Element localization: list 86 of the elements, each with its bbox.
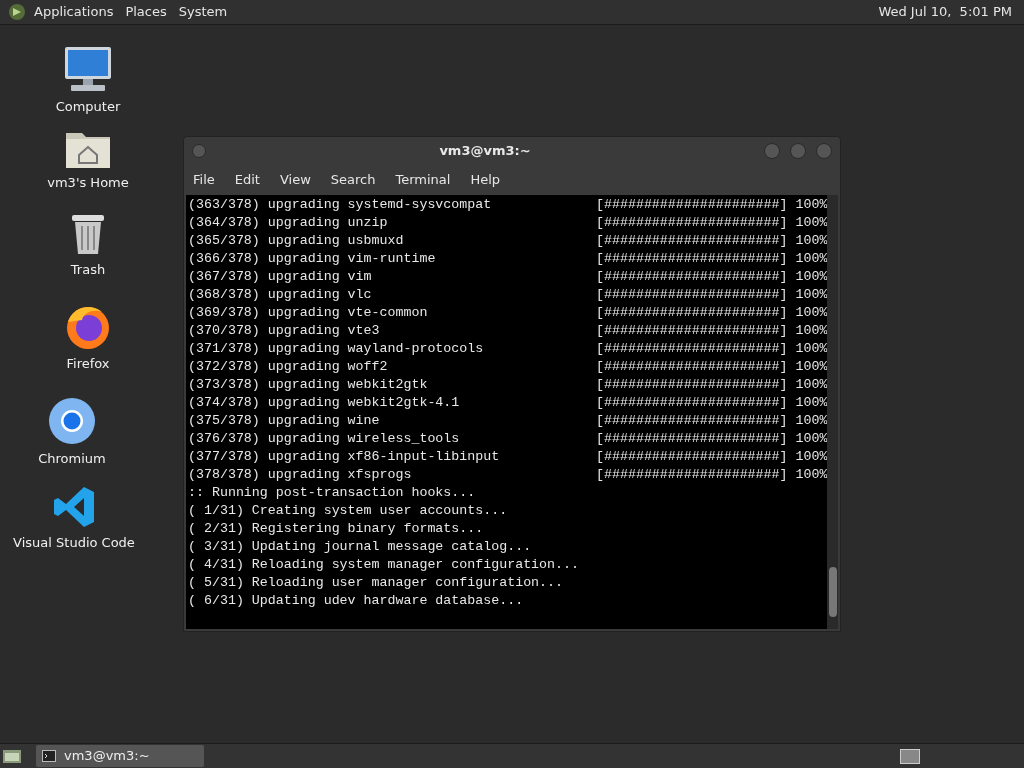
progress-bar-text: [######################] — [596, 268, 788, 286]
terminal-line: (368/378) upgrading vlc — [188, 286, 373, 304]
terminal-line: (367/378) upgrading vim — [188, 268, 373, 286]
scrollbar[interactable] — [827, 195, 838, 629]
terminal-line: ( 6/31) Updating udev hardware database... — [188, 592, 524, 610]
progress-bar-text: [######################] — [596, 358, 788, 376]
minimize-button[interactable] — [764, 143, 780, 159]
terminal-line: (363/378) upgrading systemd-sysvcompat — [188, 196, 493, 214]
percent-text: 100% — [795, 232, 828, 250]
progress-bar-text: [######################] — [596, 340, 788, 358]
terminal-line: (377/378) upgrading xf86-input-libinput — [188, 448, 501, 466]
desktop-icon-label[interactable]: Chromium — [38, 449, 106, 469]
show-desktop-icon[interactable] — [2, 748, 22, 764]
terminal-line: (364/378) upgrading unzip — [188, 214, 389, 232]
percent-text: 100% — [795, 340, 828, 358]
panel-menu[interactable]: Applications — [34, 2, 114, 22]
workspace-switcher[interactable] — [900, 748, 920, 764]
percent-text: 100% — [795, 376, 828, 394]
percent-text: 100% — [795, 358, 828, 376]
progress-bar-text: [######################] — [596, 448, 788, 466]
terminal-line: (375/378) upgrading wine — [188, 412, 381, 430]
progress-bar-text: [######################] — [596, 196, 788, 214]
panel-menu[interactable]: System — [178, 2, 228, 22]
terminal-line: (378/378) upgrading xfsprogs — [188, 466, 413, 484]
code-editor-icon — [52, 484, 96, 529]
percent-text: 100% — [795, 394, 828, 412]
progress-bar-text: [######################] — [596, 286, 788, 304]
menu-item[interactable]: Terminal — [395, 170, 451, 190]
terminal-line: ( 4/31) Reloading system manager configuration... — [188, 556, 579, 574]
percent-text: 100% — [795, 322, 828, 340]
panel-menu[interactable]: Places — [125, 2, 167, 22]
menu-item[interactable]: Help — [470, 170, 501, 190]
desktop-icon-label[interactable]: Visual Studio Code — [13, 532, 135, 552]
progress-bar-text: [######################] — [596, 304, 788, 322]
desktop-icon-label[interactable]: vm3's Home — [47, 172, 129, 192]
close-button[interactable] — [816, 143, 832, 159]
terminal-line: (370/378) upgrading vte3 — [188, 322, 381, 340]
terminal-line: ( 3/31) Updating journal message catalog... — [188, 538, 532, 556]
maximize-button[interactable] — [790, 143, 806, 159]
menu-item[interactable]: Edit — [234, 170, 260, 190]
terminal-line: (366/378) upgrading vim-runtime — [188, 250, 437, 268]
progress-bar-text: [######################] — [596, 322, 788, 340]
progress-bar-text: [######################] — [596, 394, 788, 412]
taskbar-button[interactable]: vm3@vm3:~ — [36, 745, 204, 767]
percent-text: 100% — [795, 466, 828, 484]
desktop-icon-label[interactable]: Trash — [70, 260, 106, 280]
percent-text: 100% — [795, 196, 828, 214]
progress-bar-text: [######################] — [596, 412, 788, 430]
percent-text: 100% — [795, 412, 828, 430]
progress-bar-text: [######################] — [596, 232, 788, 250]
progress-bar-text: [######################] — [596, 214, 788, 232]
menu-item[interactable]: Search — [330, 170, 376, 190]
window-menu-button[interactable] — [192, 144, 206, 158]
percent-text: 100% — [795, 214, 828, 232]
terminal-line: (365/378) upgrading usbmuxd — [188, 232, 405, 250]
foot-logo-icon — [8, 3, 26, 21]
terminal-line: ( 5/31) Reloading user manager configuration... — [188, 574, 564, 592]
terminal-line: ( 2/31) Registering binary formats... — [188, 520, 484, 538]
terminal-icon — [42, 750, 56, 762]
chromium-icon — [48, 397, 96, 445]
menu-item[interactable]: View — [279, 170, 311, 190]
terminal-line: :: Running post-transaction hooks... — [188, 484, 476, 502]
percent-text: 100% — [795, 430, 828, 448]
terminal-line: ( 1/31) Creating system user accounts... — [188, 502, 508, 520]
percent-text: 100% — [795, 304, 828, 322]
terminal-line: (371/378) upgrading wayland-protocols — [188, 340, 485, 358]
trash-icon — [70, 212, 106, 256]
progress-bar-text: [######################] — [596, 430, 788, 448]
desktop-icon-label[interactable]: Firefox — [66, 353, 110, 373]
percent-text: 100% — [795, 268, 828, 286]
percent-text: 100% — [795, 448, 828, 466]
progress-bar-text: [######################] — [596, 466, 788, 484]
percent-text: 100% — [795, 250, 828, 268]
terminal-line: (374/378) upgrading webkit2gtk-4.1 — [188, 394, 461, 412]
terminal-line: (369/378) upgrading vte-common — [188, 304, 429, 322]
window-title: vm3@vm3:~ — [438, 142, 532, 161]
progress-bar-text: [######################] — [596, 250, 788, 268]
clock[interactable]: Wed Jul 10, 5:01 PM — [878, 2, 1012, 22]
desktop-icon-label[interactable]: Computer — [55, 97, 121, 117]
terminal-line: (372/378) upgrading woff2 — [188, 358, 389, 376]
percent-text: 100% — [795, 286, 828, 304]
menu-item[interactable]: File — [193, 170, 215, 190]
progress-bar-text: [######################] — [596, 376, 788, 394]
computer-icon — [63, 45, 113, 93]
terminal-line: (373/378) upgrading webkit2gtk — [188, 376, 429, 394]
terminal-line: (376/378) upgrading wireless_tools — [188, 430, 461, 448]
